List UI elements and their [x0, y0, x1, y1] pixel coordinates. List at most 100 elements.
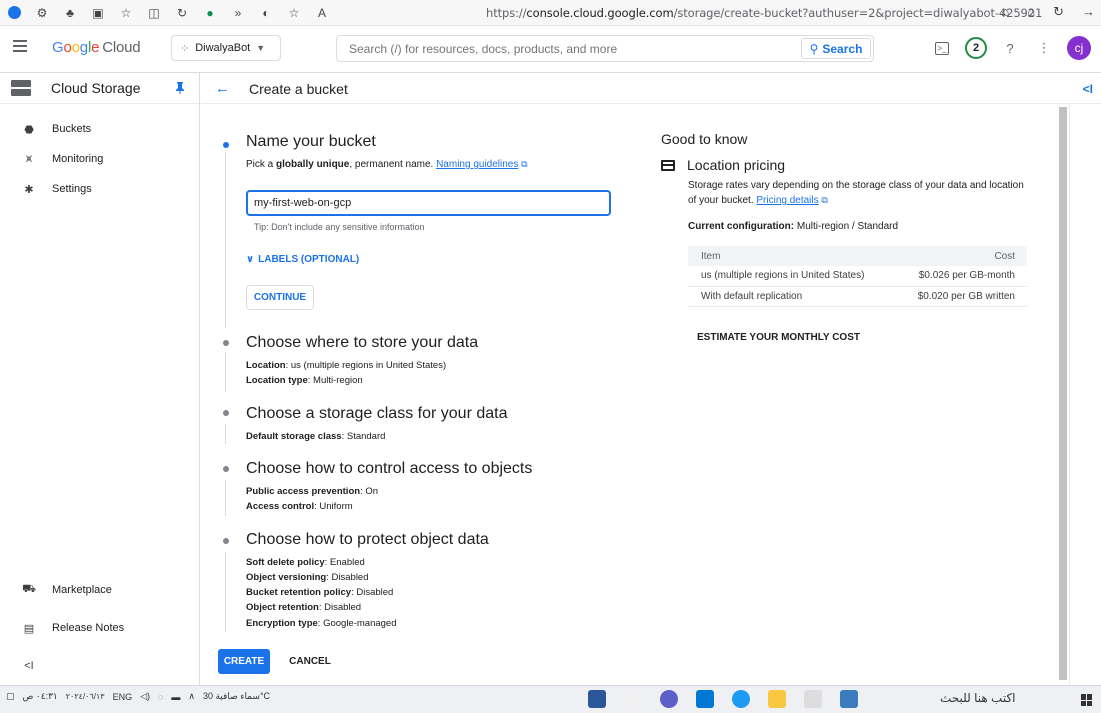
bucket-name-input[interactable]: [246, 190, 611, 216]
location-pricing-description: Storage rates vary depending on the stor…: [688, 178, 1033, 208]
task-view-icon[interactable]: [804, 690, 822, 708]
column-header: Cost: [888, 246, 1027, 266]
sidebar-item-release-notes[interactable]: ▤ Release Notes: [0, 609, 199, 647]
address-bar[interactable]: https://console.cloud.google.com/storage…: [486, 6, 1042, 20]
file-explorer-icon[interactable]: [768, 690, 786, 708]
input-tip: Tip: Don't include any sensitive informa…: [254, 222, 425, 232]
step-detail: Object versioning: Disabled: [246, 572, 369, 583]
collapse-panel-icon[interactable]: <I: [1083, 82, 1093, 96]
clock-time[interactable]: ٠٤:٣١ ص: [23, 691, 58, 702]
teams-icon[interactable]: [660, 690, 678, 708]
sidebar-item-label: Settings: [52, 183, 92, 195]
search-icon: ⚲: [809, 41, 819, 56]
terminal-icon: >_: [935, 41, 949, 55]
volume-icon[interactable]: ◁): [140, 691, 150, 702]
estimate-monthly-cost-button[interactable]: ESTIMATE YOUR MONTHLY COST: [697, 332, 860, 343]
forward-arrow-icon[interactable]: →: [1082, 4, 1095, 20]
credit-card-icon: [661, 159, 675, 171]
detail-value: : Disabled: [318, 602, 362, 613]
sidebar-collapse-button[interactable]: <I: [0, 647, 199, 685]
step-line: [225, 152, 226, 328]
table-row: us (multiple regions in United States) $…: [688, 266, 1027, 287]
step-indicator: [223, 410, 229, 416]
logo-letter: o: [63, 39, 72, 56]
notification-icon[interactable]: ▢: [6, 691, 15, 702]
cancel-button[interactable]: CANCEL: [284, 649, 336, 674]
widgets-icon[interactable]: [840, 690, 858, 708]
star-icon[interactable]: ☆: [287, 6, 301, 20]
taskbar-search[interactable]: اكتب هنا للبحث: [940, 691, 1016, 705]
read-aloud-icon[interactable]: A: [315, 6, 329, 20]
right-panel-strip: [1069, 104, 1101, 685]
sidebar-item-monitoring[interactable]: ⩙ Monitoring: [0, 144, 199, 174]
network-icon[interactable]: ◌: [158, 692, 163, 702]
detail-key: Soft delete policy: [246, 557, 325, 568]
logo-letter: e: [91, 39, 100, 56]
forward-icon[interactable]: »: [231, 6, 245, 20]
create-button[interactable]: CREATE: [218, 649, 270, 674]
table-cell: With default replication: [688, 286, 889, 307]
step-detail: Location: us (multiple regions in United…: [246, 360, 446, 371]
step-detail: Soft delete policy: Enabled: [246, 557, 365, 568]
brand-icon[interactable]: ◐: [259, 6, 273, 20]
detail-value: : Enabled: [324, 557, 365, 568]
help-icon[interactable]: ?: [999, 37, 1021, 59]
pin-icon[interactable]: [175, 82, 185, 94]
sidebar-item-marketplace[interactable]: ⛟ Marketplace: [0, 571, 199, 609]
desc-bold: globally unique: [276, 159, 350, 170]
desc-text: , permanent name.: [349, 159, 437, 170]
back-arrow-icon[interactable]: ←: [215, 80, 230, 97]
logo-cloud: Cloud: [102, 39, 141, 56]
detail-key: Location type: [246, 375, 308, 386]
continue-button[interactable]: CONTINUE: [246, 285, 314, 310]
word-icon[interactable]: [588, 690, 606, 708]
battery-icon[interactable]: ▬: [171, 692, 180, 702]
detail-key: Location: [246, 360, 286, 371]
language-indicator[interactable]: ENG: [113, 692, 133, 702]
vpn-icon[interactable]: ♣: [63, 6, 77, 20]
notifications-badge[interactable]: 2: [965, 37, 987, 59]
copilot-icon[interactable]: ↻: [175, 6, 189, 20]
more-vert-icon[interactable]: ⋮: [1033, 37, 1055, 59]
shield-icon[interactable]: ●: [203, 6, 217, 20]
detail-key: Encryption type: [246, 618, 318, 629]
cost-table: Item Cost us (multiple regions in United…: [688, 246, 1027, 307]
logo-letter: G: [52, 39, 64, 56]
edge-icon[interactable]: [732, 690, 750, 708]
hamburger-menu-icon[interactable]: [13, 40, 27, 52]
mail-icon[interactable]: [696, 690, 714, 708]
search-input[interactable]: [337, 36, 797, 61]
pricing-details-link[interactable]: Pricing details: [756, 195, 818, 206]
step-line: [225, 424, 226, 444]
sidebar-item-label: Monitoring: [52, 153, 104, 165]
cloud-shell-button[interactable]: >_: [931, 37, 953, 59]
naming-guidelines-link[interactable]: Naming guidelines: [436, 159, 518, 170]
search-button[interactable]: ⚲ Search: [801, 38, 871, 59]
sidebar-item-buckets[interactable]: ⬣ Buckets: [0, 114, 199, 144]
favorites-icon[interactable]: ☆: [119, 6, 133, 20]
chrome-icon[interactable]: [624, 690, 642, 708]
labels-toggle[interactable]: ∨ LABELS (OPTIONAL): [246, 254, 359, 265]
scrollbar[interactable]: [1059, 107, 1067, 680]
browser-logo-icon[interactable]: [8, 6, 21, 19]
split-icon[interactable]: ◫: [147, 6, 161, 20]
detail-value: : us (multiple regions in United States): [285, 360, 447, 371]
project-picker[interactable]: ⁘ DiwalyaBot ▼: [171, 35, 281, 61]
avatar[interactable]: cj: [1067, 36, 1091, 60]
extension-icon[interactable]: ⚙: [35, 6, 49, 20]
collapse-icon: <I: [24, 660, 34, 672]
sidebar-item-settings[interactable]: ✱ Settings: [0, 174, 199, 204]
detail-value: : Google-managed: [317, 618, 397, 629]
step-indicator: [223, 142, 229, 148]
step-line: [225, 480, 226, 516]
tab-icon[interactable]: ▣: [91, 6, 105, 20]
lock-icon[interactable]: ⌂: [1001, 4, 1009, 20]
console-header: GoogleCloud ⁘ DiwalyaBot ▼ ⚲ Search >_ 2…: [0, 26, 1101, 73]
google-cloud-logo[interactable]: Google Cloud: [52, 39, 141, 56]
tray-chevron-icon[interactable]: ∧: [188, 691, 195, 702]
home-icon[interactable]: ⌂: [1027, 4, 1035, 20]
weather-widget[interactable]: سماء صافية 30°C: [203, 691, 270, 702]
windows-start-icon[interactable]: [1081, 694, 1093, 706]
table-cell: $0.020 per GB written: [888, 286, 1027, 307]
refresh-icon[interactable]: ↻: [1053, 4, 1064, 20]
